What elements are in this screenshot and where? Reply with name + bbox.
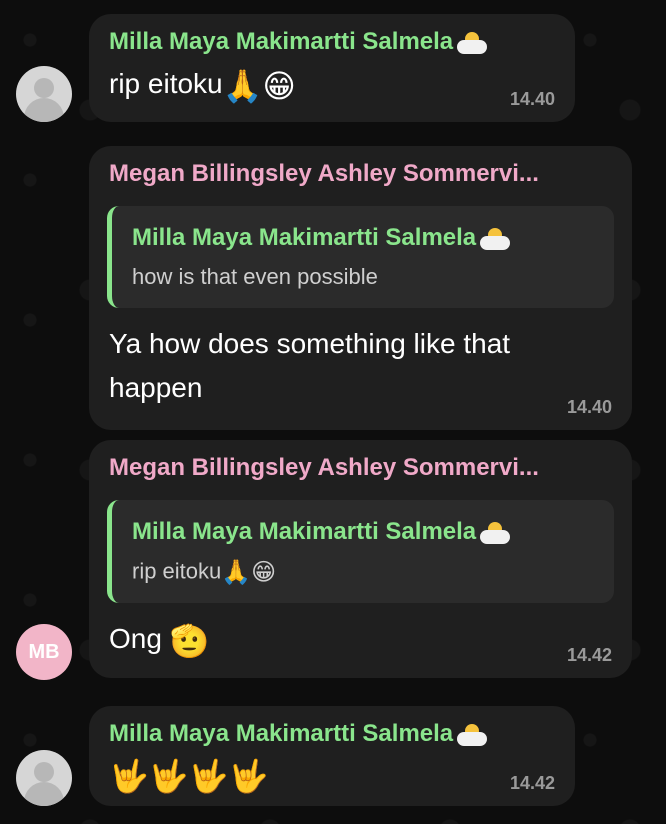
message-body: Ong: [109, 623, 162, 654]
sun-behind-cloud-icon: [478, 521, 512, 544]
avatar-head-icon: [34, 762, 54, 782]
pray-and-grin-emoji: 🙏😁: [221, 559, 277, 586]
message-line-1: Ya how does something like that: [109, 328, 511, 359]
message-text: Ya how does something like that happen: [109, 322, 614, 410]
sender-name[interactable]: Megan Billingsley Ashley Sommervi...: [109, 454, 614, 482]
quoted-text: rip eitoku🙏😁: [132, 558, 598, 587]
avatar-body-icon: [24, 98, 64, 122]
avatar[interactable]: [16, 66, 72, 122]
pray-and-grin-emoji: 🙏😁: [222, 67, 296, 104]
sender-name[interactable]: Milla Maya Makimartti Salmela: [109, 28, 557, 56]
timestamp: 14.40: [509, 89, 555, 109]
quoted-sender-text: Milla Maya Makimartti Salmela: [132, 224, 477, 251]
sun-behind-cloud-icon: [478, 227, 512, 250]
quoted-sender: Milla Maya Makimartti Salmela: [132, 224, 598, 252]
avatar-head-icon: [34, 78, 54, 98]
quoted-message[interactable]: Milla Maya Makimartti Salmela how is tha…: [107, 206, 614, 308]
avatar[interactable]: [16, 750, 72, 806]
quoted-message[interactable]: Milla Maya Makimartti Salmela rip eitoku…: [107, 500, 614, 603]
sender-name[interactable]: Milla Maya Makimartti Salmela: [109, 720, 557, 748]
message-text: rip eitoku🙏😁: [109, 62, 557, 108]
quoted-text-body: rip eitoku: [132, 558, 222, 584]
sun-behind-cloud-icon: [455, 723, 489, 746]
love-you-gesture-emoji: 🤟🤟🤟🤟: [109, 757, 269, 794]
message-body: rip eitoku: [109, 68, 223, 99]
message-line-2: happen: [109, 372, 203, 403]
chat-view: Milla Maya Makimartti Salmela rip eitoku…: [0, 0, 666, 824]
timestamp: 14.42: [509, 773, 555, 793]
sender-name-text: Milla Maya Makimartti Salmela: [109, 28, 454, 55]
avatar[interactable]: MB: [16, 624, 72, 680]
sender-name-text: Milla Maya Makimartti Salmela: [109, 720, 454, 747]
avatar-initials: MB: [28, 640, 60, 663]
message-bubble[interactable]: Milla Maya Makimartti Salmela rip eitoku…: [89, 14, 575, 122]
saluting-face-emoji: 🫡: [169, 622, 210, 659]
quoted-text: how is that even possible: [132, 264, 378, 289]
sender-name[interactable]: Megan Billingsley Ashley Sommervi...: [109, 160, 614, 188]
timestamp: 14.42: [566, 645, 612, 665]
message-text: 🤟🤟🤟🤟: [109, 752, 557, 798]
avatar-body-icon: [24, 782, 64, 806]
sun-behind-cloud-icon: [455, 31, 489, 54]
quoted-sender-text: Milla Maya Makimartti Salmela: [132, 518, 477, 545]
message-bubble[interactable]: Megan Billingsley Ashley Sommervi... Mil…: [89, 146, 632, 430]
message-bubble[interactable]: Megan Billingsley Ashley Sommervi... Mil…: [89, 440, 632, 678]
message-text: Ong 🫡: [109, 617, 614, 663]
message-bubble[interactable]: Milla Maya Makimartti Salmela 🤟🤟🤟🤟 14.42: [89, 706, 575, 806]
quoted-sender: Milla Maya Makimartti Salmela: [132, 518, 598, 546]
timestamp: 14.40: [566, 397, 612, 417]
